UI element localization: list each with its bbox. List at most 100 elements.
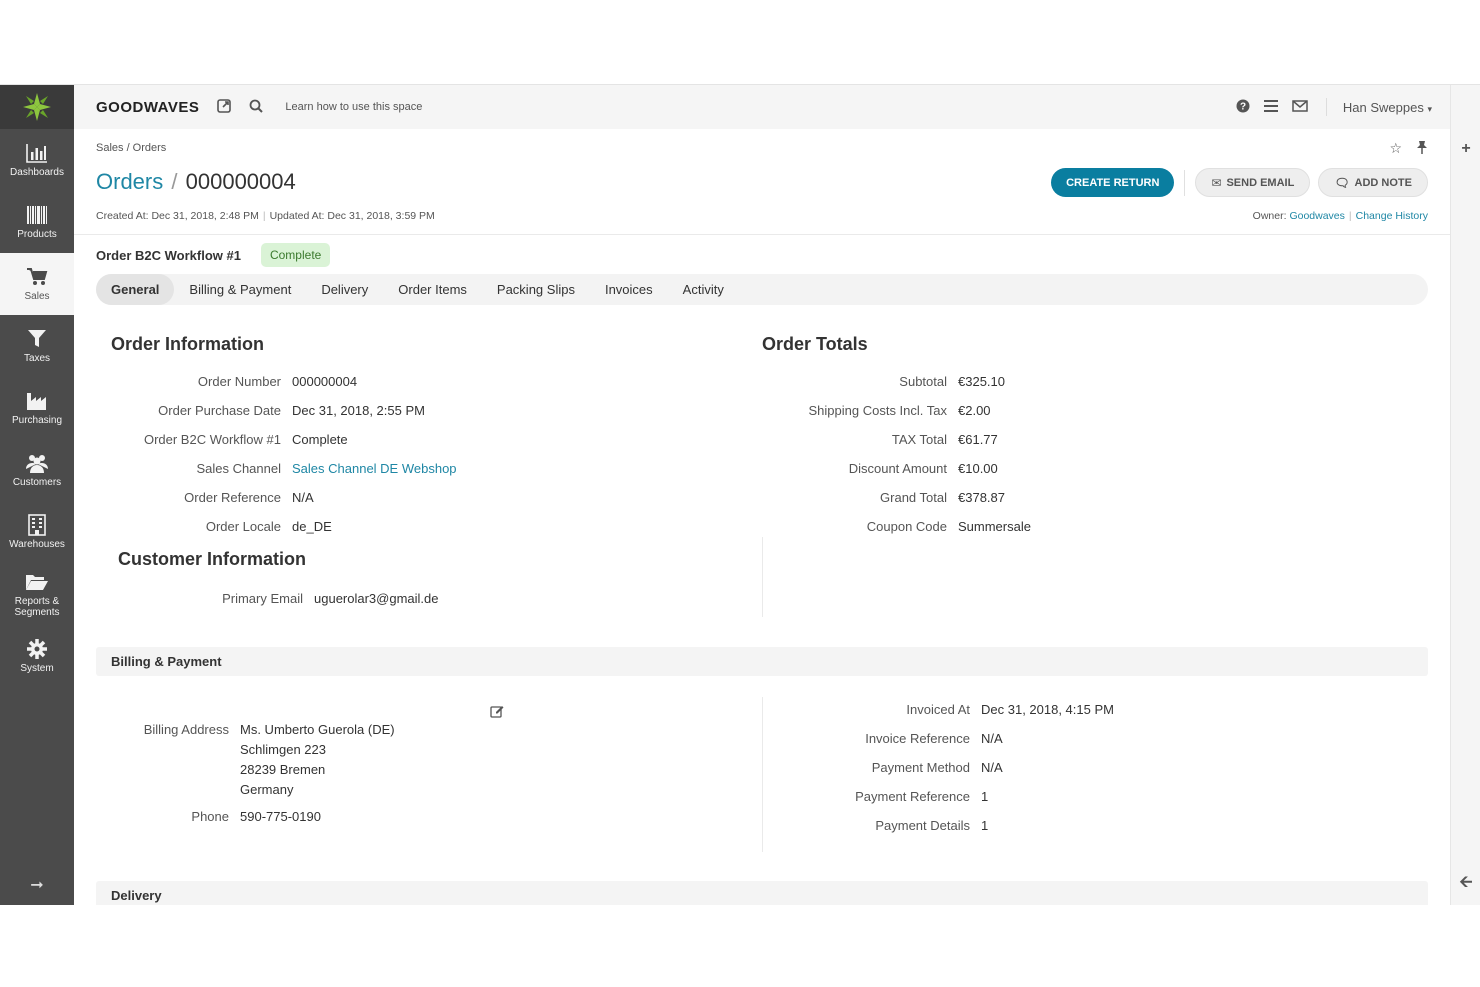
sidebar-item-taxes[interactable]: Taxes [0,315,74,377]
tab-billing-payment[interactable]: Billing & Payment [174,274,306,305]
breadcrumb[interactable]: Sales / Orders [96,142,166,154]
change-history-link[interactable]: Change History [1356,210,1428,222]
sidebar-item-purchasing[interactable]: Purchasing [0,377,74,439]
field-order-workflow: Order B2C Workflow #1 Complete [111,430,348,450]
arrow-right-icon[interactable]: ➞ [27,875,47,895]
tab-packing-slips[interactable]: Packing Slips [482,274,590,305]
menu-icon[interactable] [1263,99,1278,115]
star-icon[interactable]: ☆ [1389,140,1402,157]
owner-link[interactable]: Goodwaves [1289,210,1344,222]
envelope-icon: ✉ [1211,175,1222,190]
main-content: Sales / Orders ☆ Orders / 000000004 Crea… [74,129,1450,905]
divider [74,234,1450,235]
tab-invoices[interactable]: Invoices [590,274,668,305]
help-icon[interactable]: ? [1236,99,1250,116]
sidebar-item-dashboards[interactable]: Dashboards [0,129,74,191]
tab-general[interactable]: General [96,274,175,305]
field-label: Subtotal [899,374,947,389]
field-order-purchase-date: Order Purchase Date Dec 31, 2018, 2:55 P… [111,401,425,421]
sidebar-item-label: Dashboards [10,167,64,178]
search-icon[interactable] [249,99,264,116]
sidebar-item-products[interactable]: Products [0,191,74,253]
field-value: 1 [981,818,989,833]
customer-information-title: Customer Information [118,549,307,569]
edit-icon[interactable] [490,704,504,721]
field-discount-amount: Discount Amount €10.00 [762,459,998,479]
field-order-number: Order Number 000000004 [111,372,357,392]
create-return-button[interactable]: CREATE RETURN [1051,168,1175,197]
field-value: €10.00 [958,461,998,476]
pin-icon[interactable] [1416,140,1428,157]
sidebar-item-warehouses[interactable]: Warehouses [0,501,74,563]
arrow-left-icon[interactable]: 🡨 [1458,875,1474,891]
add-note-label: ADD NOTE [1354,176,1412,189]
field-label: Coupon Code [866,519,947,534]
sales-channel-link[interactable]: Sales Channel DE Webshop [292,459,457,479]
field-label: Order Purchase Date [158,403,281,418]
sidebar-item-label: Warehouses [9,539,65,550]
field-value: uguerolar3@gmail.de [314,591,439,606]
address-line: Schlimgen 223 [240,742,326,757]
field-value: de_DE [292,519,332,534]
divider [1325,98,1327,116]
field-label: Order Reference [184,490,281,505]
field-label: Shipping Costs Incl. Tax [808,403,948,418]
field-label: Primary Email [222,591,303,606]
field-shipping-costs: Shipping Costs Incl. Tax €2.00 [762,401,991,421]
tab-bar: General Billing & Payment Delivery Order… [96,274,1428,305]
field-invoiced-at: Invoiced At Dec 31, 2018, 4:15 PM [762,700,1114,720]
field-payment-details: Payment Details 1 [762,816,988,836]
billing-address: Ms. Umberto Guerola (DE) Schlimgen 223 2… [240,720,395,800]
field-label: Sales Channel [196,461,281,476]
brand-name: GOODWAVES [96,98,200,116]
user-name: Han Sweppes [1342,99,1424,115]
sidebar-item-sales[interactable]: Sales [0,253,74,315]
owner-line: Owner: Goodwaves | Change History [1253,210,1428,222]
field-value: €325.10 [958,374,1005,389]
user-menu[interactable]: Han Sweppes ▾ [1343,100,1432,115]
field-order-locale: Order Locale de_DE [111,517,332,537]
add-note-button[interactable]: 🗨 ADD NOTE [1318,168,1428,197]
field-value: 000000004 [292,374,358,389]
field-tax-total: TAX Total €61.77 [762,430,998,450]
logo-icon [23,93,51,121]
app-logo[interactable] [0,85,74,129]
tab-activity[interactable]: Activity [668,274,739,305]
sidebar-item-customers[interactable]: Customers [0,439,74,501]
external-link-icon[interactable] [217,98,232,116]
orders-link[interactable]: Orders [96,169,163,194]
sidebar-item-reports-segments[interactable]: Reports & Segments [0,563,74,625]
field-billing-address: Billing Address Ms. Umberto Guerola (DE)… [111,720,395,800]
caret-down-icon: ▾ [1427,103,1432,114]
sidebar-item-system[interactable]: System [0,625,74,687]
order-totals-title: Order Totals [762,334,868,354]
mail-icon[interactable] [1292,99,1308,115]
plus-icon[interactable]: + [1458,141,1474,157]
building-icon [25,514,49,536]
field-value: Dec 31, 2018, 2:55 PM [292,403,425,418]
workflow-row: Order B2C Workflow #1 Complete [96,243,331,267]
folder-open-icon [25,571,49,593]
field-value: 1 [981,789,989,804]
field-coupon-code: Coupon Code Summersale [762,517,1031,537]
field-label: Payment Reference [855,789,970,804]
sidebar-item-label: Purchasing [11,415,63,426]
sidebar-item-label: Sales [24,291,50,302]
bar-chart-icon [25,142,49,164]
field-label: Invoice Reference [865,731,970,746]
sidebar-item-label: Customers [12,477,62,488]
tab-order-items[interactable]: Order Items [383,274,482,305]
owner-label: Owner: [1252,210,1287,222]
field-value: 590-775-0190 [240,809,321,824]
sidebar-item-label: System [20,663,54,674]
sidebar-item-label: Taxes [23,353,51,364]
sidebar-item-label: Products [17,229,57,240]
field-label: Order Locale [205,519,281,534]
barcode-icon [25,204,49,226]
search-hint[interactable]: Learn how to use this space [285,101,422,113]
shopping-cart-icon [25,266,49,288]
field-label: Payment Method [871,760,970,775]
send-email-button[interactable]: ✉ SEND EMAIL [1195,168,1311,197]
page-head-icons: ☆ [1389,140,1428,157]
tab-delivery[interactable]: Delivery [306,274,383,305]
